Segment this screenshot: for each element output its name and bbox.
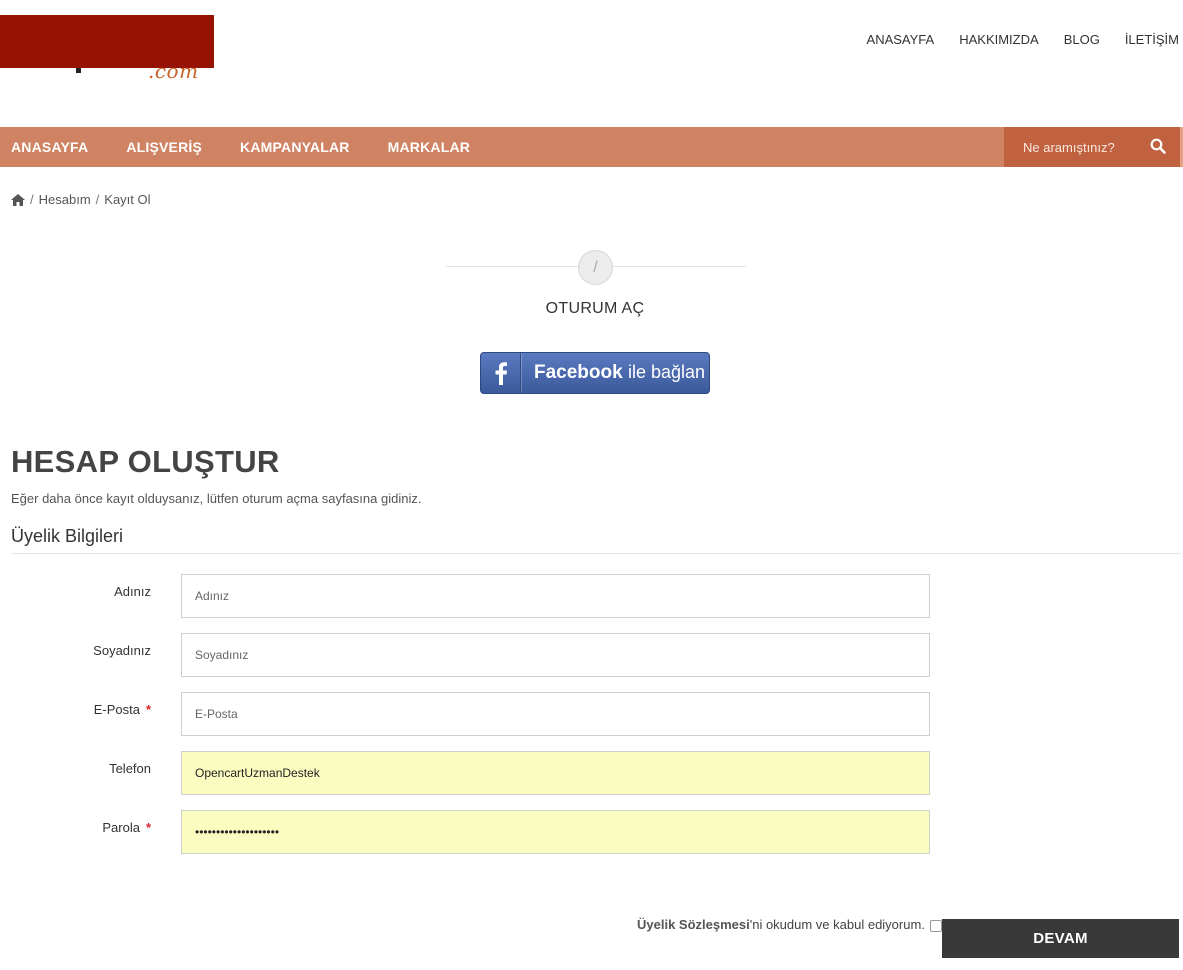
- login-title[interactable]: OTURUM AÇ: [0, 300, 1183, 318]
- facebook-connect-label: Facebook ile bağlan: [534, 362, 705, 384]
- phone-label: Telefon: [109, 761, 151, 776]
- main-nav-campaigns[interactable]: KAMPANYALAR: [240, 139, 350, 155]
- required-marker: *: [145, 702, 151, 717]
- search-box[interactable]: Ne aramıştınız?: [1004, 127, 1183, 167]
- phone-field[interactable]: [181, 751, 930, 795]
- search-input[interactable]: Ne aramıştınız?: [1023, 140, 1115, 155]
- search-icon[interactable]: [1150, 138, 1166, 154]
- first-name-label: Adınız: [114, 584, 151, 599]
- home-icon[interactable]: [11, 193, 25, 206]
- required-marker: *: [145, 820, 151, 835]
- agreement-checkbox[interactable]: [929, 919, 942, 932]
- main-nav-home[interactable]: ANASAYFA: [11, 139, 88, 155]
- register-description: Eğer daha önce kayıt olduysanız, lütfen …: [11, 491, 422, 506]
- logo-mark-fragment: [76, 68, 81, 73]
- logo-suffix: .com: [148, 59, 199, 83]
- agreement-link[interactable]: Üyelik Sözleşmesi: [637, 917, 750, 932]
- form-row-last-name: Soyadınız: [0, 633, 940, 677]
- login-divider-badge: /: [578, 250, 613, 285]
- form-row-phone: Telefon: [0, 751, 940, 795]
- main-nav-shopping[interactable]: ALIŞVERİŞ: [126, 139, 202, 155]
- site-logo[interactable]: .com: [0, 15, 214, 85]
- agreement-text: 'ni okudum ve kabul ediyorum.: [749, 917, 925, 932]
- top-nav-blog[interactable]: BLOG: [1064, 32, 1100, 47]
- facebook-action-text: ile bağlan: [627, 362, 706, 382]
- facebook-brand-text: Facebook: [534, 362, 623, 383]
- main-nav: ANASAYFA ALIŞVERİŞ KAMPANYALAR MARKALAR …: [0, 127, 1183, 167]
- top-nav-about[interactable]: HAKKIMIZDA: [959, 32, 1038, 47]
- breadcrumb-separator: /: [95, 192, 100, 207]
- email-field[interactable]: [181, 692, 930, 736]
- email-label: E-Posta *: [93, 702, 151, 717]
- facebook-connect-button[interactable]: Facebook ile bağlan: [480, 352, 710, 394]
- breadcrumb-account[interactable]: Hesabım: [39, 192, 91, 207]
- facebook-icon: [481, 353, 521, 393]
- section-title: Üyelik Bilgileri: [11, 526, 124, 546]
- password-field[interactable]: [181, 810, 930, 854]
- form-row-email: E-Posta *: [0, 692, 940, 736]
- main-nav-brands[interactable]: MARKALAR: [388, 139, 470, 155]
- top-nav-contact[interactable]: İLETİŞİM: [1125, 32, 1179, 47]
- submit-button[interactable]: DEVAM: [942, 919, 1179, 958]
- breadcrumb-separator: /: [30, 192, 34, 207]
- form-row-password: Parola *: [0, 810, 940, 854]
- form-row-first-name: Adınız: [0, 574, 940, 618]
- password-label: Parola *: [102, 820, 151, 835]
- breadcrumb-register[interactable]: Kayıt Ol: [104, 192, 150, 207]
- first-name-field[interactable]: [181, 574, 930, 618]
- top-nav: ANASAYFA HAKKIMIZDA BLOG İLETİŞİM: [867, 32, 1179, 47]
- page-title: HESAP OLUŞTUR: [11, 444, 280, 479]
- breadcrumb: / Hesabım / Kayıt Ol: [11, 192, 151, 207]
- last-name-label: Soyadınız: [93, 643, 151, 658]
- last-name-field[interactable]: [181, 633, 930, 677]
- top-nav-home[interactable]: ANASAYFA: [867, 32, 935, 47]
- section-divider: [11, 553, 1181, 554]
- agreement: Üyelik Sözleşmesi 'ni okudum ve kabul ed…: [637, 917, 942, 932]
